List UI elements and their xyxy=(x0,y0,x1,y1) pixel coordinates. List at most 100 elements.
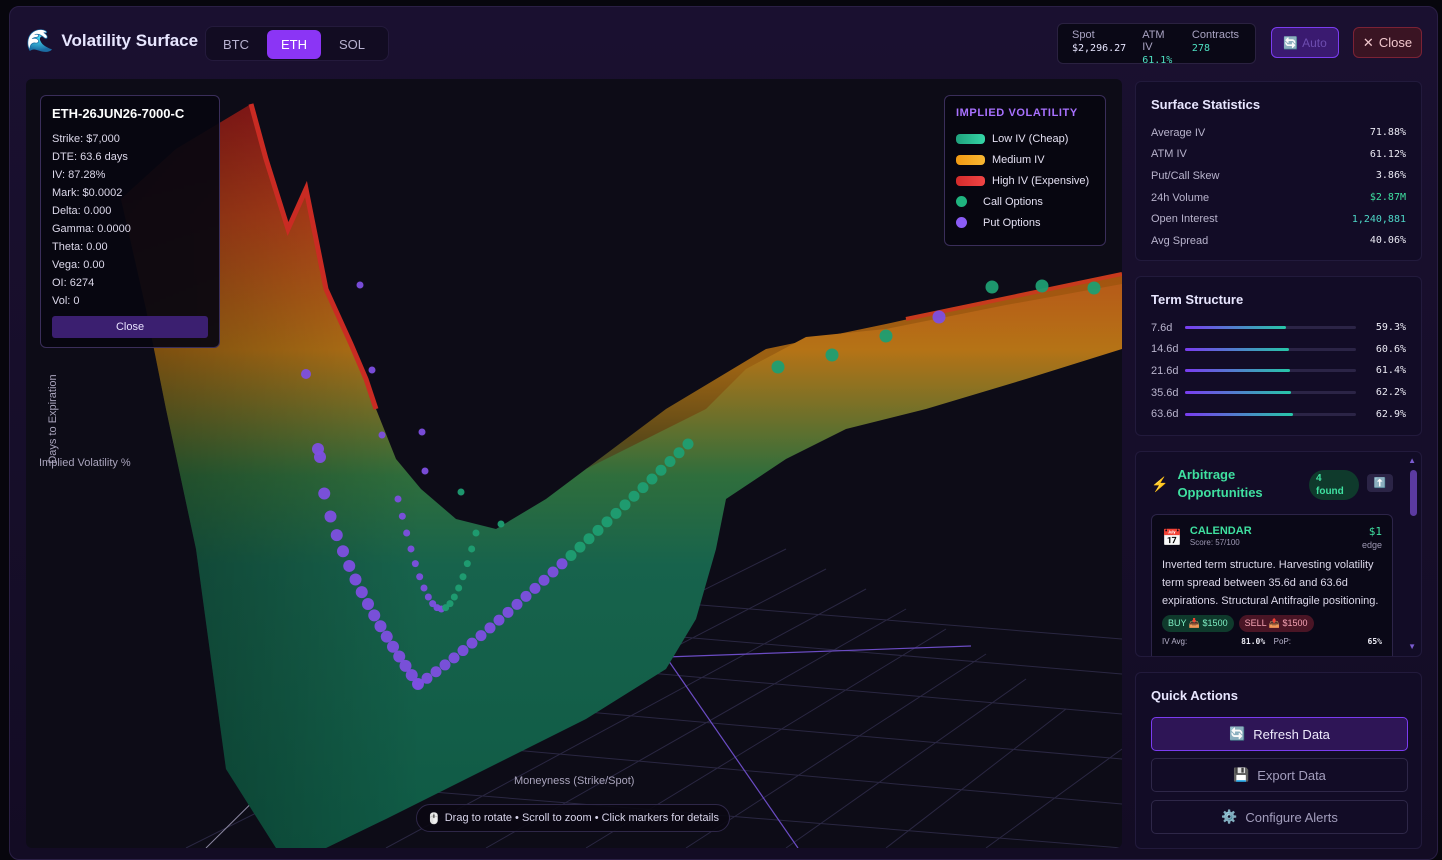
put-marker[interactable] xyxy=(520,590,532,602)
calendar-icon: 📅 xyxy=(1162,530,1182,547)
put-marker[interactable] xyxy=(932,310,946,324)
call-marker[interactable] xyxy=(610,507,622,519)
put-marker[interactable] xyxy=(457,645,469,657)
scrollbar-thumb[interactable] xyxy=(1410,470,1417,516)
call-marker[interactable] xyxy=(457,488,465,496)
put-marker[interactable] xyxy=(475,630,487,642)
put-marker[interactable] xyxy=(424,593,432,601)
put-marker[interactable] xyxy=(421,467,429,475)
surface-viewport[interactable]: ETH-26JUN26-7000-C Strike: $7,000 DTE: 6… xyxy=(26,79,1122,848)
put-marker[interactable] xyxy=(368,609,381,622)
put-marker[interactable] xyxy=(318,487,331,500)
put-marker[interactable] xyxy=(448,652,460,664)
term-rows: 7.6d 59.3% 14.6d 60.6% 21.6d 61.4% 35.6d 62.2% 6… xyxy=(1151,317,1406,425)
put-marker[interactable] xyxy=(484,622,496,634)
call-marker[interactable] xyxy=(879,329,893,343)
put-marker[interactable] xyxy=(416,573,424,581)
close-button[interactable]: ✕ Close xyxy=(1353,27,1422,58)
call-marker[interactable] xyxy=(1087,281,1101,295)
market-stats: Spot $2,296.27 ATM IV 61.1% Contracts 27… xyxy=(1057,23,1256,66)
put-marker[interactable] xyxy=(368,366,376,374)
call-marker[interactable] xyxy=(637,482,649,494)
call-marker[interactable] xyxy=(450,593,458,601)
put-marker[interactable] xyxy=(403,529,411,537)
scroll-down-icon[interactable]: ▼ xyxy=(1408,642,1416,651)
call-marker[interactable] xyxy=(655,464,667,476)
scroll-up-icon[interactable]: ▲ xyxy=(1408,456,1416,465)
put-marker[interactable] xyxy=(421,672,433,684)
put-marker[interactable] xyxy=(511,598,523,610)
call-marker[interactable] xyxy=(619,499,631,511)
put-marker[interactable] xyxy=(529,582,541,594)
detail-oi: OI: 6274 xyxy=(52,277,95,289)
put-marker[interactable] xyxy=(538,574,550,586)
put-marker[interactable] xyxy=(398,512,406,520)
close-label: Close xyxy=(1378,35,1413,50)
arbitrage-card[interactable]: 📅 CALENDAR Score: 57/100 $1 edge Inverte… xyxy=(1151,514,1393,656)
put-marker[interactable] xyxy=(394,495,402,503)
collapse-button[interactable]: ⬆️ xyxy=(1367,474,1393,492)
tab-eth[interactable]: ETH xyxy=(267,30,321,59)
term-row: 21.6d 61.4% xyxy=(1151,360,1406,382)
call-marker[interactable] xyxy=(601,516,613,528)
call-marker[interactable] xyxy=(583,533,595,545)
call-marker[interactable] xyxy=(825,348,839,362)
put-marker[interactable] xyxy=(343,559,356,572)
call-marker[interactable] xyxy=(574,541,586,553)
refresh-data-button[interactable]: 🔄 Refresh Data xyxy=(1151,717,1408,751)
call-marker[interactable] xyxy=(497,520,505,528)
auto-refresh-button[interactable]: 🔄 Auto xyxy=(1271,27,1339,58)
term-bar-fill xyxy=(1185,412,1293,416)
detail-close-button[interactable]: Close xyxy=(52,316,208,338)
put-marker[interactable] xyxy=(418,428,426,436)
put-marker[interactable] xyxy=(378,431,386,439)
call-marker[interactable] xyxy=(664,456,676,468)
tab-btc[interactable]: BTC xyxy=(209,30,263,59)
call-marker[interactable] xyxy=(472,529,480,537)
put-marker[interactable] xyxy=(380,630,393,643)
call-marker[interactable] xyxy=(646,473,658,485)
put-marker[interactable] xyxy=(430,666,442,678)
put-marker[interactable] xyxy=(337,545,349,558)
call-marker[interactable] xyxy=(459,573,467,581)
legend-label: Put Options xyxy=(983,216,1041,229)
put-marker[interactable] xyxy=(349,573,362,586)
put-marker[interactable] xyxy=(330,529,343,542)
call-marker[interactable] xyxy=(985,280,999,294)
export-data-button[interactable]: 💾 Export Data xyxy=(1151,758,1408,792)
call-marker[interactable] xyxy=(673,447,685,459)
call-marker[interactable] xyxy=(565,550,577,562)
put-marker[interactable] xyxy=(314,451,326,463)
put-marker[interactable] xyxy=(324,510,337,523)
put-dot xyxy=(956,217,967,228)
arbitrage-title: Arbitrage Opportunities xyxy=(1177,467,1263,500)
configure-alerts-button[interactable]: ⚙️ Configure Alerts xyxy=(1151,800,1408,834)
put-marker[interactable] xyxy=(493,614,505,626)
call-marker[interactable] xyxy=(455,584,463,592)
contract-title: ETH-26JUN26-7000-C xyxy=(52,106,185,121)
put-marker[interactable] xyxy=(301,369,311,379)
call-marker[interactable] xyxy=(771,360,785,374)
put-marker[interactable] xyxy=(439,659,451,671)
put-marker[interactable] xyxy=(374,620,387,633)
call-marker[interactable] xyxy=(446,600,454,608)
call-marker[interactable] xyxy=(682,438,694,450)
medium-iv-swatch xyxy=(956,154,985,165)
put-marker[interactable] xyxy=(362,598,374,611)
put-marker[interactable] xyxy=(547,566,559,578)
tab-sol[interactable]: SOL xyxy=(325,30,379,59)
put-marker[interactable] xyxy=(411,560,419,568)
put-marker[interactable] xyxy=(420,584,428,592)
call-marker[interactable] xyxy=(463,560,471,568)
put-marker[interactable] xyxy=(355,586,368,599)
put-marker[interactable] xyxy=(556,558,568,570)
high-iv-swatch xyxy=(956,175,985,186)
call-marker[interactable] xyxy=(1035,279,1049,293)
put-marker[interactable] xyxy=(356,281,364,289)
call-marker[interactable] xyxy=(592,524,604,536)
put-marker[interactable] xyxy=(502,606,514,618)
put-marker[interactable] xyxy=(466,637,478,649)
put-marker[interactable] xyxy=(407,545,415,553)
call-marker[interactable] xyxy=(468,545,476,553)
call-marker[interactable] xyxy=(628,490,640,502)
